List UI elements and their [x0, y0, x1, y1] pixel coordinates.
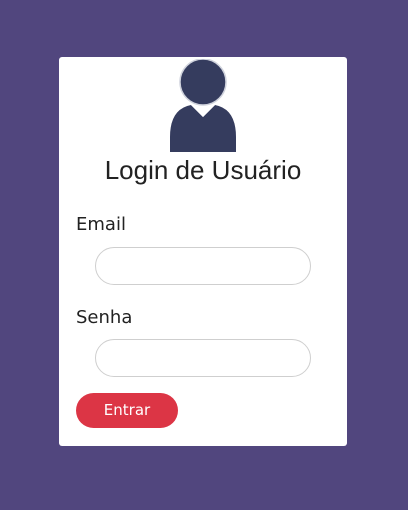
login-card: Login de Usuário Email Senha Entrar — [59, 57, 347, 446]
user-avatar-icon — [169, 58, 237, 153]
password-field[interactable] — [95, 339, 311, 377]
password-label: Senha — [76, 307, 133, 328]
email-label: Email — [76, 214, 126, 235]
submit-button[interactable]: Entrar — [76, 393, 178, 428]
email-field[interactable] — [95, 247, 311, 285]
page-title: Login de Usuário — [104, 155, 302, 185]
